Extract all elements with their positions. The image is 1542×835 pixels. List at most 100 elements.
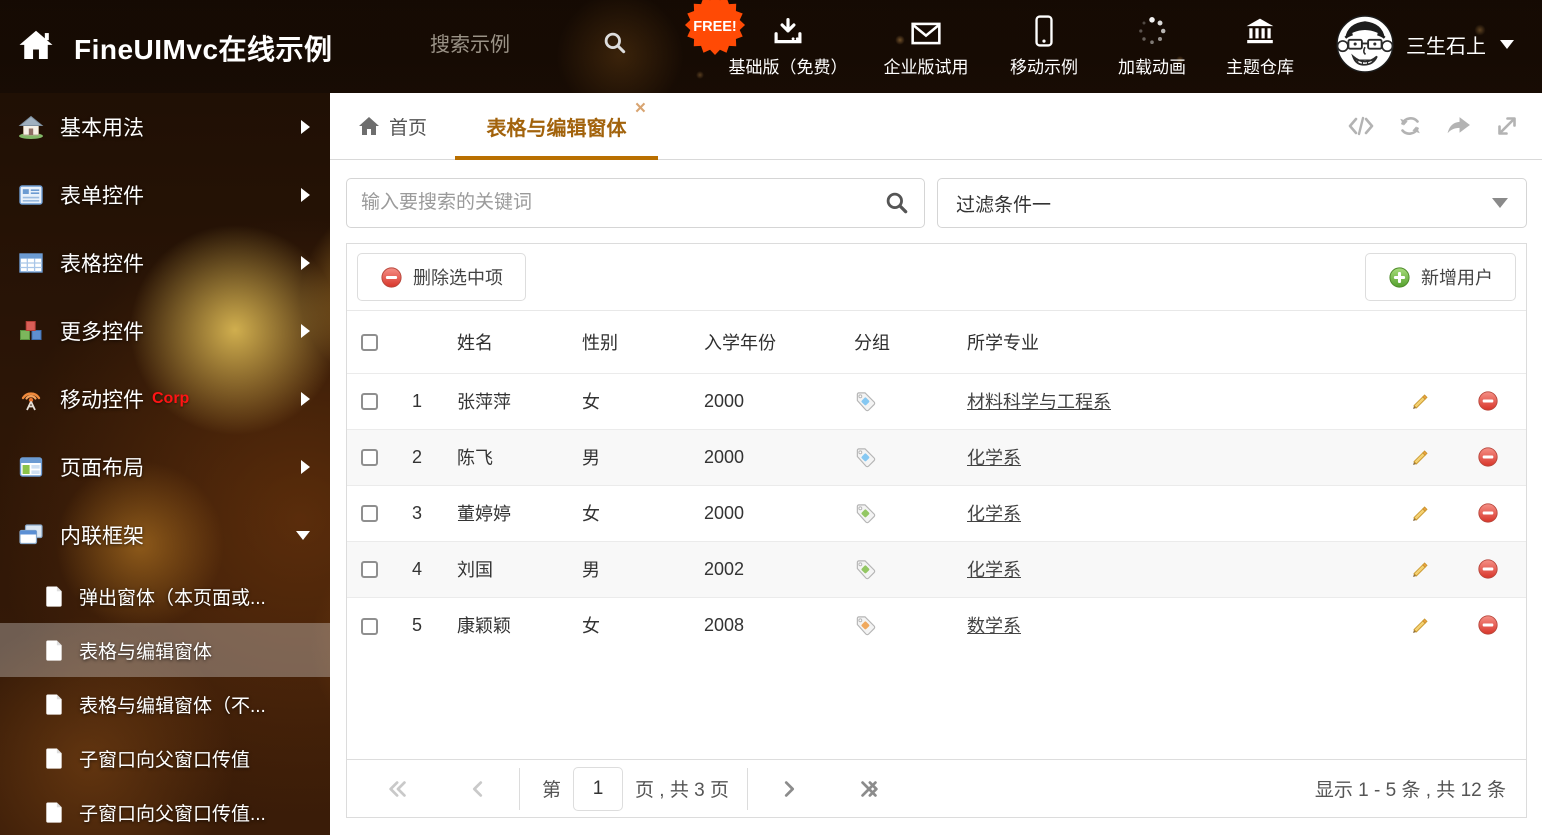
tag-icon <box>854 390 948 413</box>
refresh-icon[interactable] <box>1397 113 1423 139</box>
add-user-button[interactable]: 新增用户 <box>1365 253 1516 301</box>
sidebar-item-iframe[interactable]: 内联框架 <box>0 501 330 569</box>
minus-circle-icon <box>380 266 403 289</box>
home-icon <box>358 116 380 136</box>
column-header-gender[interactable]: 性别 <box>563 311 688 373</box>
column-header-major[interactable]: 所学专业 <box>948 311 1390 373</box>
delete-row-icon[interactable] <box>1477 446 1499 468</box>
table-row[interactable]: 4 刘国 男 2002 化学系 <box>347 541 1526 597</box>
tab-home[interactable]: 首页 <box>358 93 427 159</box>
table-row[interactable]: 2 陈飞 男 2000 化学系 <box>347 429 1526 485</box>
next-page-button[interactable] <box>778 778 800 800</box>
sidebar-subitem-popup-window[interactable]: 弹出窗体（本页面或... <box>0 569 330 623</box>
nav-enterprise-trial[interactable]: 企业版试用 <box>871 13 981 78</box>
plus-circle-icon <box>1388 266 1411 289</box>
cell-year: 2000 <box>688 373 828 429</box>
row-checkbox[interactable] <box>361 449 378 466</box>
pagination-bar: 第 页 , 共 3 页 显示 1 - 5 条 , 共 12 条 <box>347 759 1526 817</box>
filter-dropdown[interactable]: 过滤条件一 <box>937 178 1527 228</box>
user-name: 三生石上 <box>1406 30 1486 59</box>
sidebar-item-basic-usage[interactable]: 基本用法 <box>0 93 330 161</box>
major-link[interactable]: 化学系 <box>967 504 1021 524</box>
row-checkbox[interactable] <box>361 393 378 410</box>
first-page-button[interactable] <box>387 778 409 800</box>
chevron-right-icon <box>301 188 310 202</box>
code-icon[interactable] <box>1347 113 1375 139</box>
row-index: 4 <box>391 541 443 597</box>
grid-toolbar: 删除选中项 新增用户 <box>347 244 1526 311</box>
major-link[interactable]: 化学系 <box>967 560 1021 580</box>
row-checkbox[interactable] <box>361 618 378 635</box>
page-icon <box>44 693 65 716</box>
sidebar-item-form-controls[interactable]: 表单控件 <box>0 161 330 229</box>
header-search-input[interactable] <box>430 28 590 62</box>
edit-pencil-icon[interactable] <box>1410 503 1431 524</box>
delete-selected-button[interactable]: 删除选中项 <box>357 253 526 301</box>
prev-page-button[interactable] <box>467 778 489 800</box>
sidebar-item-grid-controls[interactable]: 表格控件 <box>0 229 330 297</box>
svg-text:FREE!: FREE! <box>693 19 737 35</box>
major-link[interactable]: 化学系 <box>967 448 1021 468</box>
edit-pencil-icon[interactable] <box>1410 391 1431 412</box>
user-menu[interactable]: 三生石上 <box>1336 15 1514 73</box>
major-link[interactable]: 材料科学与工程系 <box>967 392 1111 412</box>
envelope-icon <box>910 13 942 47</box>
delete-row-icon[interactable] <box>1477 558 1499 580</box>
tab-close-icon[interactable]: × <box>635 99 646 118</box>
home-logo-icon[interactable] <box>16 26 56 66</box>
edit-pencil-icon[interactable] <box>1410 615 1431 636</box>
column-header-name[interactable]: 姓名 <box>443 311 563 373</box>
cell-gender: 男 <box>563 541 688 597</box>
sidebar-menu: 基本用法 表单控件 表格控件 更多控件 <box>0 93 330 835</box>
cell-name: 陈飞 <box>443 429 563 485</box>
mobile-icon <box>1033 13 1055 47</box>
page-suffix-label: 页 , 共 3 页 <box>635 775 729 802</box>
sidebar-subitem-child-to-parent[interactable]: 子窗口向父窗口传值 <box>0 731 330 785</box>
expand-icon[interactable] <box>1494 113 1520 139</box>
select-all-checkbox[interactable] <box>361 334 378 351</box>
tag-icon <box>854 614 948 637</box>
header-search-icon[interactable] <box>602 30 628 56</box>
table-row[interactable]: 1 张萍萍 女 2000 材料科学与工程系 <box>347 373 1526 429</box>
cell-name: 董婷婷 <box>443 485 563 541</box>
nav-loading-animation[interactable]: 加载动画 <box>1107 13 1197 78</box>
share-icon[interactable] <box>1445 114 1472 139</box>
sidebar-subitem-child-to-parent-2[interactable]: 子窗口向父窗口传值... <box>0 785 330 835</box>
form-icon <box>18 182 44 208</box>
spinner-icon <box>1136 13 1168 47</box>
sidebar-item-page-layout[interactable]: 页面布局 <box>0 433 330 501</box>
table-icon <box>18 250 44 276</box>
search-icon[interactable] <box>884 190 910 216</box>
column-header-year[interactable]: 入学年份 <box>688 311 828 373</box>
nav-mobile-demo[interactable]: 移动示例 <box>999 13 1089 78</box>
column-header-group[interactable]: 分组 <box>828 311 948 373</box>
delete-row-icon[interactable] <box>1477 614 1499 636</box>
table-row[interactable]: 5 康颖颖 女 2008 数学系 <box>347 597 1526 653</box>
chevron-right-icon <box>301 120 310 134</box>
tab-grid-edit-window[interactable]: 表格与编辑窗体 × <box>455 93 658 160</box>
frames-icon <box>18 522 44 548</box>
row-index: 2 <box>391 429 443 485</box>
nav-theme-store[interactable]: 主题仓库 <box>1215 13 1305 78</box>
delete-row-icon[interactable] <box>1477 390 1499 412</box>
cell-year: 2000 <box>688 429 828 485</box>
major-link[interactable]: 数学系 <box>967 616 1021 636</box>
sidebar-item-more-controls[interactable]: 更多控件 <box>0 297 330 365</box>
keyword-search-input[interactable] <box>361 192 884 214</box>
last-page-button[interactable] <box>858 778 880 800</box>
sidebar-subitem-grid-edit-window-2[interactable]: 表格与编辑窗体（不... <box>0 677 330 731</box>
page-number-input[interactable] <box>573 767 623 811</box>
sidebar-item-mobile-controls[interactable]: 移动控件 Corp <box>0 365 330 433</box>
edit-pencil-icon[interactable] <box>1410 559 1431 580</box>
delete-row-icon[interactable] <box>1477 502 1499 524</box>
chevron-right-icon <box>301 324 310 338</box>
app-window: FineUIMvc在线示例 FREE! 基础版（免费） 企业版试用 <box>0 0 1542 835</box>
sidebar-subitem-grid-edit-window[interactable]: 表格与编辑窗体 <box>0 623 330 677</box>
active-tab-underline <box>455 156 658 160</box>
row-checkbox[interactable] <box>361 561 378 578</box>
edit-pencil-icon[interactable] <box>1410 447 1431 468</box>
table-row[interactable]: 3 董婷婷 女 2000 化学系 <box>347 485 1526 541</box>
row-checkbox[interactable] <box>361 505 378 522</box>
avatar <box>1336 15 1394 73</box>
chevron-down-icon <box>1500 40 1514 49</box>
